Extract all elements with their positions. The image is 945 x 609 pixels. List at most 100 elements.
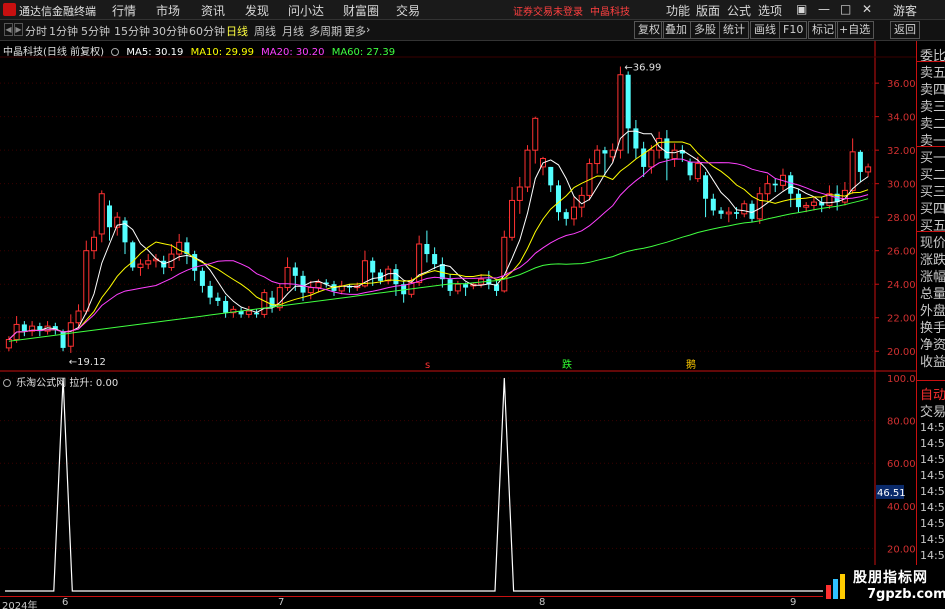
candle-up xyxy=(245,310,252,315)
period-monthly[interactable]: 月线 xyxy=(282,23,304,39)
candle-up xyxy=(501,236,508,292)
candle-up xyxy=(261,292,268,315)
indicator-tick-label: 40.00 xyxy=(887,502,916,513)
quote-tab-1[interactable]: 交易 xyxy=(920,401,945,420)
eye-icon[interactable] xyxy=(111,48,120,56)
period-more-chevron-icon[interactable]: › xyxy=(366,23,370,36)
watermark-logo-icon xyxy=(826,574,845,599)
main-chart-legend: 中晶科技(日线 前复权) MA5: 30.19 MA10: 29.99 MA20… xyxy=(3,43,399,58)
candle-up xyxy=(75,310,82,324)
period-1min[interactable]: 1分钟 xyxy=(49,23,78,39)
candle-up xyxy=(516,186,523,201)
trade-time: 14:56 xyxy=(920,549,945,562)
ma60-line xyxy=(8,198,869,342)
multi-stock-button[interactable]: 多股 xyxy=(690,21,720,39)
candle-down xyxy=(664,138,670,159)
ma60-label: MA60: 27.39 xyxy=(331,47,396,58)
candle-up xyxy=(741,203,748,215)
price-tick-label: 22.00 xyxy=(887,314,916,325)
period-15min[interactable]: 15分钟 xyxy=(114,23,150,39)
period-30min[interactable]: 30分钟 xyxy=(152,23,188,39)
period-multi[interactable]: 多周期 xyxy=(309,23,342,39)
candle-up xyxy=(91,236,98,252)
indicator-tick-label: 80.00 xyxy=(887,417,916,428)
chart-title: 中晶科技(日线 前复权) xyxy=(3,47,104,58)
menu-function[interactable]: 功能 xyxy=(666,2,690,19)
candle-down xyxy=(463,284,469,288)
indicator-tick-label: 20.00 xyxy=(887,544,916,555)
chart-area[interactable]: 36.00 34.00 32.00 30.00 28.00 26.00 24.00 22.00… xyxy=(0,41,916,596)
back-button[interactable]: 返回 xyxy=(890,21,920,39)
menu-formula[interactable]: 公式 xyxy=(727,2,751,19)
eye-icon[interactable] xyxy=(3,379,11,387)
stats-button[interactable]: 统计 xyxy=(719,21,749,39)
period-5min[interactable]: 5分钟 xyxy=(81,23,110,39)
menu-quotes[interactable]: 行情 xyxy=(112,2,136,19)
candle-down xyxy=(555,185,562,213)
guest-label[interactable]: 游客 xyxy=(893,2,917,19)
period-intraday[interactable]: 分时 xyxy=(25,23,47,39)
candle-up xyxy=(725,211,732,215)
restore-rights-button[interactable]: 复权 xyxy=(634,21,664,39)
price-tick-label: 20.00 xyxy=(887,347,916,358)
draw-line-button[interactable]: 画线 xyxy=(750,21,780,39)
candle-down xyxy=(432,254,438,265)
candle-up xyxy=(694,163,701,180)
menu-discover[interactable]: 发现 xyxy=(245,2,269,19)
candle-up xyxy=(764,183,771,195)
current-stock-name: 中晶科技 xyxy=(590,7,630,18)
price-tick-label: 34.00 xyxy=(887,113,916,124)
menu-fortune[interactable]: 财富圈 xyxy=(343,2,379,19)
menu-layout[interactable]: 版面 xyxy=(696,2,720,19)
trade-time: 14:56 xyxy=(920,453,945,466)
menu-market[interactable]: 市场 xyxy=(156,2,180,19)
toolbar-left-icon[interactable]: ◀ xyxy=(4,23,13,36)
watermark-title: 股朋指标网 xyxy=(853,570,928,586)
trade-time: 14:56 xyxy=(920,469,945,482)
candle-down xyxy=(788,175,794,194)
trade-time: 14:56 xyxy=(920,437,945,450)
indicator-name: 乐淘公式网 xyxy=(16,378,67,389)
menu-ask[interactable]: 问小达 xyxy=(288,2,324,19)
menu-news[interactable]: 资讯 xyxy=(201,2,225,19)
skin-icon[interactable]: ▣ xyxy=(796,2,807,16)
candle-up xyxy=(509,199,516,238)
candle-down xyxy=(857,151,863,172)
candle-down xyxy=(602,150,608,154)
indicator-legend: 乐淘公式网 拉升: 0.00 xyxy=(3,374,118,389)
candle-down xyxy=(199,270,205,286)
trade-time: 14:56 xyxy=(920,501,945,514)
maximize-icon[interactable]: □ xyxy=(840,2,851,16)
candle-up xyxy=(671,149,678,160)
indicator-tick-label: 60.00 xyxy=(887,459,916,470)
candle-up xyxy=(137,263,144,268)
period-more[interactable]: 更多 xyxy=(344,23,366,39)
quote-divider xyxy=(917,380,945,381)
minimize-icon[interactable]: — xyxy=(818,2,830,16)
date-tick: 7 xyxy=(278,597,285,608)
period-daily[interactable]: 日线 xyxy=(226,23,248,39)
close-icon[interactable]: ✕ xyxy=(862,2,872,16)
candle-up xyxy=(578,194,585,208)
date-tick: 9 xyxy=(790,597,797,608)
candle-down xyxy=(21,324,27,332)
lasheng-series-line xyxy=(5,377,872,592)
candle-up xyxy=(454,283,461,292)
login-warning[interactable]: 证券交易未登录 xyxy=(513,3,583,18)
mark-button[interactable]: 标记 xyxy=(808,21,838,39)
period-60min[interactable]: 60分钟 xyxy=(189,23,225,39)
add-favorite-button[interactable]: +自选 xyxy=(835,21,875,39)
indicator-value: 拉升: 0.00 xyxy=(69,378,119,389)
menu-options[interactable]: 选项 xyxy=(758,2,782,19)
candle-up xyxy=(865,166,872,173)
date-tick: 2024年 xyxy=(2,601,38,609)
price-tick-label: 24.00 xyxy=(887,280,916,291)
overlay-button[interactable]: 叠加 xyxy=(661,21,691,39)
menu-trade[interactable]: 交易 xyxy=(396,2,420,19)
candle-up xyxy=(594,149,601,165)
period-weekly[interactable]: 周线 xyxy=(254,23,276,39)
toolbar-right-icon[interactable]: ▶ xyxy=(14,23,23,36)
f10-button[interactable]: F10 xyxy=(779,21,808,39)
period-toolbar: ◀ ▶ 分时 1分钟 5分钟 15分钟 30分钟 60分钟 日线 周线 月线 多… xyxy=(0,20,945,41)
ma10-label: MA10: 29.99 xyxy=(190,47,254,58)
